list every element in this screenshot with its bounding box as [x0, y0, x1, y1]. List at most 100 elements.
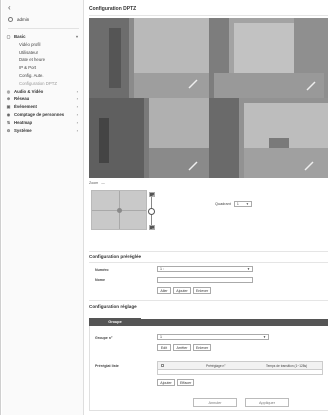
list-add-button[interactable]: Ajouter [157, 379, 175, 386]
sidebar-item-label: Vidéo profil [19, 41, 41, 47]
sidebar-item-label: IP & Port [19, 65, 37, 71]
quadrant-control: Quadrant 1 ▼ [215, 201, 252, 207]
chevron-right-icon: › [76, 104, 78, 110]
group-section-title: Configuration réglage [89, 304, 137, 309]
sidebar-item-label: Système [14, 127, 32, 133]
sidebar-item-configuration-dptz[interactable]: Configuration DPTZ [6, 80, 82, 88]
zoom-toggle[interactable]: — [101, 181, 105, 185]
audio-video-icon: ◎ [6, 88, 11, 94]
preset-number-select[interactable]: 1 : ▼ [157, 266, 253, 272]
zoom-label: Zoom [89, 181, 99, 185]
section-divider [89, 262, 328, 263]
zoom-row: Zoom — [89, 181, 105, 185]
chevron-down-icon: ▼ [263, 335, 266, 339]
ptz-pad[interactable] [91, 190, 147, 230]
sidebar-item-label: Basic [14, 34, 26, 39]
sidebar-item-label: Audio & Vidéo [14, 88, 44, 94]
tab-groupe[interactable]: Groupe [89, 318, 141, 326]
sidebar-item-utilisateur[interactable]: Utilisateur [6, 49, 82, 57]
chevron-down-icon: ▼ [247, 267, 250, 271]
group-remove-button[interactable]: Enlever [193, 344, 211, 351]
chevron-down-icon: ▾ [75, 34, 78, 39]
sidebar-item-label: Date et heure [19, 57, 46, 63]
sidebar-item-config-aute[interactable]: Config. Aute. [6, 72, 82, 80]
preset-number-value: 1 : [160, 267, 164, 271]
preset-list-table: Préréglage n° Temps de transition (1~128… [157, 361, 323, 375]
network-icon: ⊕ [6, 96, 11, 102]
sidebar-item-basic[interactable]: ▢ Basic ▾ [6, 33, 82, 41]
preset-list-header: Préréglage n° Temps de transition (1~128… [158, 362, 322, 370]
heatmap-icon: ⇅ [6, 119, 11, 125]
sidebar-item-audio-video[interactable]: ◎ Audio & Vidéo › [6, 88, 82, 96]
sidebar-item-label: Heatmap [14, 119, 33, 125]
chevron-right-icon: › [76, 111, 78, 117]
sidebar-item-label: Événement [14, 104, 37, 110]
sidebar-item-heatmap[interactable]: ⇅ Heatmap › [6, 119, 82, 127]
chevron-down-icon: ▼ [245, 202, 249, 206]
quadrant-value: 1 [236, 202, 239, 206]
group-number-label: Groupe n° [95, 336, 113, 340]
user-name: admin [17, 17, 30, 22]
camera-icon: ▢ [6, 34, 11, 39]
main-content: Configuration DPTZ Zoom — + − Quadrant 1… [85, 0, 328, 415]
zoom-in-button[interactable]: + [149, 192, 155, 198]
video-tile-1[interactable] [89, 18, 209, 98]
zoom-slider[interactable]: + − [148, 192, 155, 231]
app-frame: ‹ admin ▢ Basic ▾ Vidéo profil Utilisateur Da… [0, 0, 328, 415]
sidebar-item-label: Réseau [14, 96, 30, 102]
video-preview[interactable] [89, 18, 328, 178]
sidebar-item-label: Config. Aute. [19, 72, 44, 78]
page-title: Configuration DPTZ [89, 6, 137, 12]
preset-number-label: Numéro [95, 268, 109, 272]
group-stop-button[interactable]: Arrêter [173, 344, 191, 351]
select-all-checkbox[interactable] [161, 364, 164, 367]
apply-button[interactable]: Appliquer [245, 398, 289, 407]
preset-remove-button[interactable]: Enlever [193, 287, 211, 294]
quadrant-select[interactable]: 1 ▼ [233, 201, 252, 207]
sidebar-item-reseau[interactable]: ⊕ Réseau › [6, 95, 82, 103]
back-icon[interactable]: ‹ [8, 3, 11, 12]
sidebar-item-ip-port[interactable]: IP & Port [6, 64, 82, 72]
video-tile-2[interactable] [209, 18, 328, 98]
event-icon: ▣ [6, 104, 11, 110]
user-info: admin [8, 17, 29, 22]
zoom-slider-knob[interactable] [148, 208, 155, 215]
sidebar-item-comptage-de-personnes[interactable]: ◉ Comptage de personnes › [6, 111, 82, 119]
preset-add-button[interactable]: Ajouter [173, 287, 191, 294]
sidebar-menu: ▢ Basic ▾ Vidéo profil Utilisateur Date et he… [6, 33, 82, 134]
sidebar-item-label: Comptage de personnes [14, 111, 65, 117]
preset-name-input[interactable] [157, 277, 253, 283]
group-number-value: 1 [160, 335, 162, 339]
chevron-right-icon: › [76, 88, 78, 94]
chevron-right-icon: › [76, 96, 78, 102]
column-preset-number: Préréglage n° [206, 364, 226, 368]
section-divider [89, 251, 328, 252]
preset-name-label: Nome [95, 278, 105, 282]
section-divider [89, 300, 328, 301]
group-number-select[interactable]: 1 ▼ [157, 334, 269, 340]
sidebar-item-label: Utilisateur [19, 49, 39, 55]
column-transition-time: Temps de transition (1~128s) [266, 364, 308, 368]
title-divider [89, 15, 328, 16]
preset-section-title: Configuration préréglée [89, 254, 142, 259]
video-tile-3[interactable] [89, 98, 209, 178]
sidebar-item-video-profil[interactable]: Vidéo profil [6, 41, 82, 49]
system-icon: ⚙ [6, 127, 11, 133]
list-delete-button[interactable]: Effacer [177, 379, 194, 386]
preset-list-label: Préréglat liste [95, 364, 119, 368]
sidebar-item-evenement[interactable]: ▣ Événement › [6, 103, 82, 111]
sidebar-item-systeme[interactable]: ⚙ Système › [6, 127, 82, 135]
zoom-out-button[interactable]: − [149, 225, 155, 231]
sidebar: ‹ admin ▢ Basic ▾ Vidéo profil Utilisateur Da… [2, 0, 84, 415]
group-edit-button[interactable]: Edit [157, 344, 171, 351]
video-tile-4[interactable] [209, 98, 328, 178]
preset-go-button[interactable]: Aller [157, 287, 171, 294]
sidebar-item-label: Configuration DPTZ [19, 80, 57, 86]
chevron-right-icon: › [76, 127, 78, 133]
chevron-right-icon: › [76, 119, 78, 125]
ptz-center-handle[interactable] [116, 207, 122, 213]
cancel-button[interactable]: Annuler [193, 398, 237, 407]
user-icon [8, 17, 13, 22]
people-count-icon: ◉ [6, 111, 11, 117]
sidebar-item-date-et-heure[interactable]: Date et heure [6, 56, 82, 64]
